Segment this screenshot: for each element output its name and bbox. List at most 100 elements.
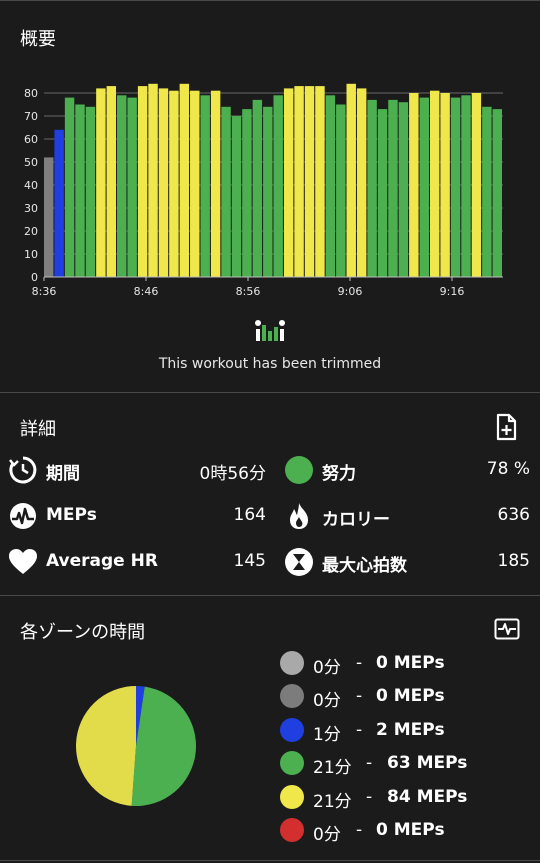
hr-bar — [127, 97, 137, 277]
hr-bar — [44, 157, 54, 277]
stat-duration: 期間 0時56分 — [8, 453, 266, 487]
stat-calories-label: カロリー — [322, 510, 390, 530]
zone-minutes: 0分 — [313, 691, 341, 711]
stat-meps-value: 164 — [233, 505, 266, 525]
hr-bar — [409, 93, 419, 277]
hr-bar — [263, 106, 273, 277]
stat-effort: 努力 78 % — [284, 453, 530, 487]
zone-minutes: 21分 — [313, 792, 352, 812]
zone-meps: 0 MEPs — [376, 686, 445, 706]
heart-rate-chart: 0 10 20 30 40 50 60 70 80 8:36 8:46 8:56 9:06 9:16 — [24, 83, 503, 298]
x-tick-label: 8:56 — [236, 285, 261, 298]
zones-title: 各ゾーンの時間 — [20, 622, 146, 643]
zone-minutes: 0分 — [313, 658, 341, 678]
hr-bar — [54, 129, 64, 277]
stat-duration-value: 0時56分 — [199, 464, 266, 484]
zone-color-dot — [280, 751, 304, 775]
zone-separator: - — [366, 753, 373, 773]
flame-icon — [284, 501, 314, 531]
hr-bar — [398, 102, 409, 277]
zone-meps: 0 MEPs — [376, 820, 445, 840]
overview-title: 概要 — [20, 29, 56, 50]
hr-bar — [273, 95, 283, 277]
hr-bar — [252, 99, 263, 278]
zone-color-dot — [280, 651, 304, 675]
section-divider-2 — [0, 595, 540, 596]
y-tick-label: 70 — [24, 110, 38, 123]
hr-bar — [356, 88, 367, 278]
zone-color-dot — [280, 684, 304, 708]
x-tick-label: 9:16 — [440, 285, 465, 298]
hr-bar — [294, 86, 304, 277]
y-tick-label: 20 — [24, 225, 38, 238]
hr-bar — [492, 109, 502, 277]
file-add-icon — [496, 413, 517, 441]
hr-bar — [96, 88, 106, 278]
stat-max-hr-label: 最大心拍数 — [322, 556, 407, 576]
hr-bar — [85, 106, 96, 277]
zone-adjust-icon — [494, 618, 520, 640]
zone-separator: - — [356, 720, 363, 740]
stat-average-hr: Average HR 145 — [8, 545, 266, 579]
y-tick-label: 50 — [24, 156, 38, 169]
stat-average-hr-label: Average HR — [46, 551, 158, 571]
zone-minutes: 21分 — [313, 758, 352, 778]
hr-bar — [304, 86, 315, 277]
hr-bar — [346, 83, 356, 277]
zone-row: 0分 -0 MEPs — [280, 683, 520, 711]
stat-max-hr: 最大心拍数 185 — [284, 545, 530, 579]
hr-bar — [242, 109, 252, 277]
hr-bar — [471, 93, 482, 277]
hr-bar — [200, 95, 210, 277]
hr-bar — [388, 99, 398, 278]
timer-icon — [8, 455, 38, 485]
hr-bar — [461, 95, 471, 277]
hr-bar — [283, 88, 294, 278]
hr-bar — [190, 90, 200, 277]
y-tick-label: 0 — [31, 271, 38, 284]
y-tick-label: 40 — [24, 179, 38, 192]
zone-row: 0分 -0 MEPs — [280, 817, 520, 845]
hr-bar — [440, 93, 450, 277]
zone-separator: - — [366, 787, 373, 807]
zone-row: 0分 -0 MEPs — [280, 650, 520, 678]
heart-icon — [8, 547, 38, 577]
top-divider — [0, 0, 540, 1]
hr-bar — [231, 116, 242, 277]
section-divider-1 — [0, 392, 540, 393]
hr-bar — [158, 88, 169, 278]
zone-separator: - — [356, 686, 363, 706]
trim-icon[interactable] — [254, 319, 286, 343]
hr-bar — [221, 106, 231, 277]
hr-bar — [64, 97, 75, 277]
zone-row: 21分 -63 MEPs — [280, 750, 520, 778]
meps-icon — [8, 501, 38, 531]
x-tick-label: 8:46 — [134, 285, 159, 298]
zone-minutes: 1分 — [313, 725, 341, 745]
hr-bar — [169, 90, 179, 277]
stat-calories-value: 636 — [497, 505, 530, 525]
zone-row: 1分 -2 MEPs — [280, 717, 520, 745]
stat-meps-label: MEPs — [46, 505, 97, 525]
stat-duration-label: 期間 — [46, 464, 80, 484]
hourglass-icon — [284, 547, 314, 577]
hr-bar — [482, 106, 492, 277]
zone-minutes: 0分 — [313, 825, 341, 845]
export-file-button[interactable] — [493, 413, 519, 441]
effort-circle-icon — [284, 455, 314, 485]
hr-bar — [210, 90, 221, 277]
hr-bar — [137, 86, 148, 277]
zone-meps: 0 MEPs — [376, 653, 445, 673]
hr-bar — [315, 86, 325, 277]
hr-bar — [377, 109, 388, 277]
zone-settings-button[interactable] — [494, 618, 520, 640]
hr-bar — [450, 97, 461, 277]
zone-color-dot — [280, 718, 304, 742]
trimmed-notice: This workout has been trimmed — [158, 356, 382, 372]
hr-bar — [106, 86, 117, 277]
x-tick-label: 9:06 — [338, 285, 363, 298]
stat-calories: カロリー 636 — [284, 499, 530, 533]
zone-meps: 84 MEPs — [387, 787, 468, 807]
hr-bar — [367, 99, 377, 278]
hr-bar — [148, 83, 158, 277]
